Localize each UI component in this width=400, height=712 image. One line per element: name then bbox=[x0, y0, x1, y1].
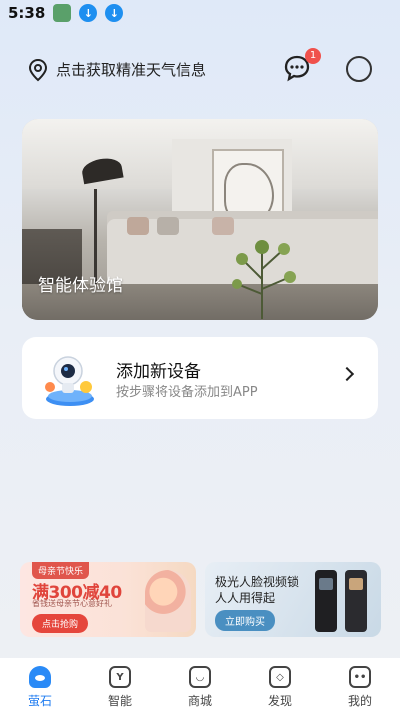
plant bbox=[232, 240, 296, 319]
cushion bbox=[127, 217, 149, 235]
location-pin-icon[interactable] bbox=[28, 58, 48, 82]
nav-label-shop: 商城 bbox=[187, 694, 212, 708]
profile-icon: •• bbox=[349, 666, 371, 688]
nav-tab-home[interactable]: 萤石 bbox=[0, 658, 80, 712]
bottom-navigation: 萤石 Y 智能 ◡ 商城 ◇ 发现 •• 我的 bbox=[0, 658, 400, 712]
status-bar: 5:38 ↓ ↓ bbox=[0, 0, 400, 26]
smart-icon: Y bbox=[109, 666, 131, 688]
lock-banner-title-line2: 人人用得起 bbox=[215, 591, 276, 605]
shop-bag-icon: ◡ bbox=[189, 666, 211, 688]
nav-tab-profile[interactable]: •• 我的 bbox=[320, 658, 400, 712]
header: 点击获取精准天气信息 1 bbox=[0, 48, 400, 86]
smart-lock-image bbox=[315, 570, 337, 632]
banner-tag: 母亲节快乐 bbox=[32, 562, 90, 579]
chevron-right-icon bbox=[339, 366, 355, 382]
lock-screen-face bbox=[349, 578, 363, 590]
home-icon bbox=[29, 666, 51, 688]
nav-tab-shop[interactable]: ◡ 商城 bbox=[160, 658, 240, 712]
nav-label-smart: 智能 bbox=[107, 694, 132, 708]
camera-device-icon bbox=[45, 356, 94, 406]
lock-banner-title-line1: 极光人脸视频锁 bbox=[215, 575, 300, 589]
lock-screen bbox=[319, 578, 333, 590]
compass-icon: ◇ bbox=[269, 666, 291, 688]
app-notification-icon bbox=[53, 4, 72, 22]
buy-now-button[interactable]: 点击抢购 bbox=[32, 614, 89, 633]
smart-lock-image-2 bbox=[345, 570, 367, 632]
add-device-subtitle: 按步骤将设备添加到APP bbox=[116, 385, 258, 400]
add-device-title: 添加新设备 bbox=[116, 362, 201, 382]
banner-promo-subtitle: 省钱送母亲节心意好礼 bbox=[32, 599, 112, 608]
nav-label-home: 萤石 bbox=[27, 694, 52, 708]
download-icon: ↓ bbox=[79, 4, 98, 22]
experience-hall-card[interactable]: 智能体验馆 bbox=[22, 119, 378, 320]
experience-hall-label: 智能体验馆 bbox=[38, 276, 123, 296]
weather-location-text[interactable]: 点击获取精准天气信息 bbox=[56, 59, 206, 80]
message-badge: 1 bbox=[305, 48, 321, 64]
nav-tab-discover[interactable]: ◇ 发现 bbox=[240, 658, 320, 712]
mothers-day-banner[interactable]: 母亲节快乐 满300减40 省钱送母亲节心意好礼 点击抢购 bbox=[20, 562, 196, 637]
add-device-card[interactable]: 添加新设备 按步骤将设备添加到APP bbox=[22, 337, 378, 419]
buy-lock-button[interactable]: 立即购买 bbox=[215, 610, 275, 631]
smart-lock-banner[interactable]: 极光人脸视频锁 人人用得起 立即购买 bbox=[205, 562, 381, 637]
nav-tab-smart[interactable]: Y 智能 bbox=[80, 658, 160, 712]
download-icon-2: ↓ bbox=[105, 4, 124, 22]
mother-child-image bbox=[145, 570, 191, 632]
nav-label-discover: 发现 bbox=[267, 694, 292, 708]
cushion bbox=[157, 217, 179, 235]
nav-label-profile: 我的 bbox=[347, 694, 372, 708]
add-button[interactable] bbox=[346, 56, 372, 82]
status-time: 5:38 bbox=[8, 4, 46, 22]
lock-banner-title: 极光人脸视频锁 人人用得起 bbox=[215, 574, 299, 606]
